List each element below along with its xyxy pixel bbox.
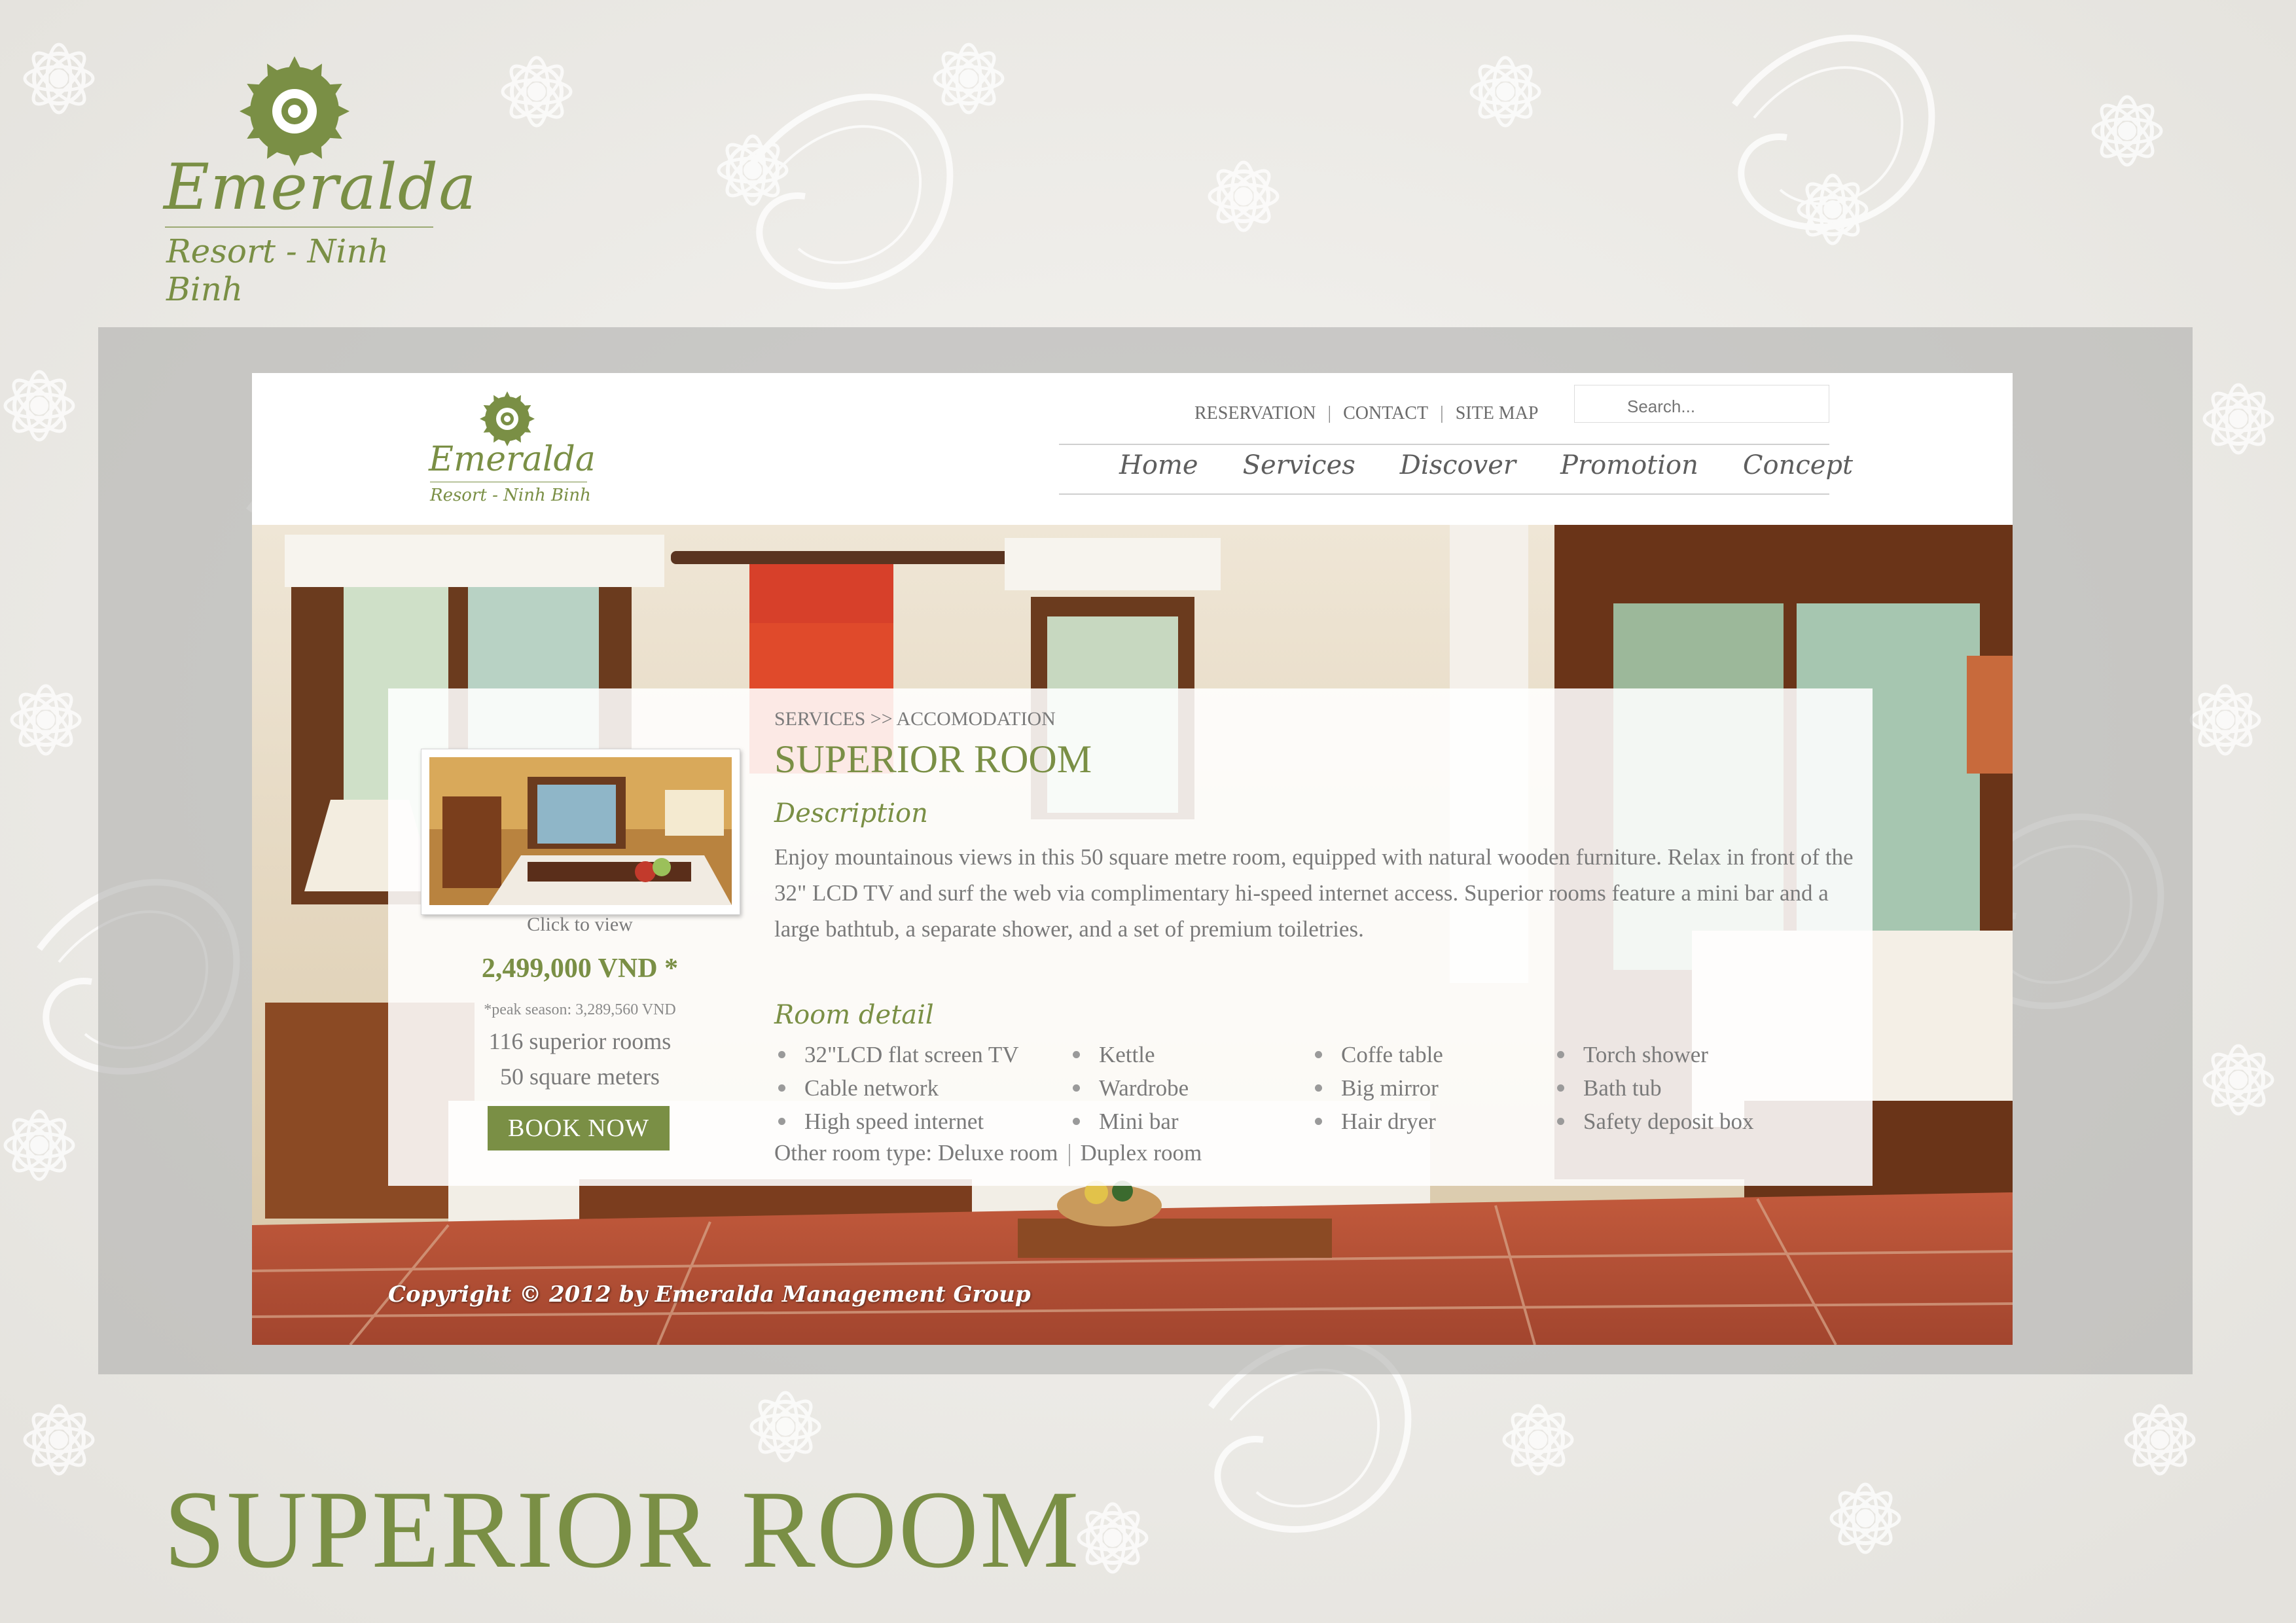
room-thumbnail[interactable] bbox=[421, 749, 740, 915]
contact-link[interactable]: CONTACT bbox=[1343, 403, 1428, 424]
detail-column: Kettle Wardrobe Mini bar bbox=[1069, 1042, 1189, 1142]
amenity-label: Kettle bbox=[1099, 1042, 1155, 1067]
room-count: 116 superior rooms bbox=[488, 1028, 672, 1054]
room-content-panel: Click to view 2,499,000 VND * *peak seas… bbox=[388, 688, 1873, 1186]
click-to-view-label[interactable]: Click to view bbox=[421, 914, 739, 936]
website-mockup: Emeralda Resort - Ninh Binh RESERVATION … bbox=[252, 373, 2013, 1345]
nav-item-concept[interactable]: Concept bbox=[1743, 450, 1853, 490]
room-detail-heading: Room detail bbox=[774, 1000, 934, 1030]
nav-item-discover[interactable]: Discover bbox=[1400, 450, 1516, 490]
list-item: Coffe table bbox=[1311, 1042, 1443, 1075]
list-item: Safety deposit box bbox=[1553, 1109, 1754, 1142]
amenity-label: Coffe table bbox=[1341, 1042, 1443, 1067]
room-size: 50 square meters bbox=[500, 1063, 660, 1090]
amenity-label: Bath tub bbox=[1583, 1075, 1662, 1101]
amenity-label: Hair dryer bbox=[1341, 1109, 1436, 1134]
nav-divider-bottom bbox=[1059, 493, 1829, 495]
bullet-icon bbox=[1315, 1051, 1322, 1058]
brand-subtitle: Resort - Ninh Binh bbox=[166, 232, 389, 308]
duplex-room-link[interactable]: Duplex room bbox=[1081, 1140, 1202, 1166]
bullet-icon bbox=[1557, 1118, 1564, 1125]
search-box[interactable] bbox=[1574, 385, 1829, 423]
site-brand-name: Emeralda bbox=[429, 440, 596, 479]
detail-column: Torch shower Bath tub Safety deposit box bbox=[1553, 1042, 1754, 1142]
amenity-label: Big mirror bbox=[1341, 1075, 1439, 1101]
bullet-icon bbox=[1073, 1118, 1080, 1125]
list-item: Wardrobe bbox=[1069, 1075, 1189, 1109]
list-item: High speed internet bbox=[774, 1109, 1019, 1142]
book-now-button[interactable]: BOOK NOW bbox=[488, 1106, 670, 1150]
link-separator: | bbox=[1327, 403, 1332, 423]
room-detail-list: 32"LCD flat screen TV Cable network High… bbox=[774, 1042, 1861, 1147]
bullet-icon bbox=[1557, 1084, 1564, 1092]
bullet-icon bbox=[1557, 1051, 1564, 1058]
bullet-icon bbox=[1073, 1084, 1080, 1092]
other-room-types: Other room type: Deluxe room Duplex room bbox=[774, 1140, 1202, 1166]
list-item: Mini bar bbox=[1069, 1109, 1189, 1142]
detail-column: Coffe table Big mirror Hair dryer bbox=[1311, 1042, 1443, 1142]
top-utility-links: RESERVATION | CONTACT | SITE MAP bbox=[1194, 401, 1539, 427]
list-item: Hair dryer bbox=[1311, 1109, 1443, 1142]
list-item: Torch shower bbox=[1553, 1042, 1754, 1075]
nav-divider-top bbox=[1059, 444, 1829, 445]
copyright-text: Copyright © 2012 by Emeralda Management … bbox=[388, 1281, 1031, 1308]
bullet-icon bbox=[1073, 1051, 1080, 1058]
amenity-label: Wardrobe bbox=[1099, 1075, 1189, 1101]
brand-name: Emeralda bbox=[164, 151, 477, 224]
peak-season-note: *peak season: 3,289,560 VND bbox=[484, 1001, 676, 1018]
list-item: Big mirror bbox=[1311, 1075, 1443, 1109]
list-item: 32"LCD flat screen TV bbox=[774, 1042, 1019, 1075]
bullet-icon bbox=[778, 1118, 785, 1125]
amenity-label: 32"LCD flat screen TV bbox=[804, 1042, 1019, 1067]
amenity-label: Safety deposit box bbox=[1583, 1109, 1754, 1134]
deluxe-room-link[interactable]: Deluxe room bbox=[938, 1140, 1058, 1166]
amenity-label: Cable network bbox=[804, 1075, 939, 1101]
nav-item-promotion[interactable]: Promotion bbox=[1560, 450, 1698, 490]
search-input[interactable] bbox=[1626, 396, 1818, 418]
room-title: SUPERIOR ROOM bbox=[774, 738, 1092, 781]
site-brand-subtitle: Resort - Ninh Binh bbox=[430, 486, 591, 505]
bullet-icon bbox=[778, 1051, 785, 1058]
link-separator: | bbox=[1440, 403, 1444, 423]
nav-item-services[interactable]: Services bbox=[1243, 450, 1355, 490]
description-text: Enjoy mountainous views in this 50 squar… bbox=[774, 844, 1854, 942]
room-price: 2,499,000 VND * bbox=[481, 954, 679, 984]
list-item: Cable network bbox=[774, 1075, 1019, 1109]
site-logo[interactable]: Emeralda Resort - Ninh Binh bbox=[429, 386, 599, 517]
amenity-label: High speed internet bbox=[804, 1109, 984, 1134]
list-item: Bath tub bbox=[1553, 1075, 1754, 1109]
brand-divider bbox=[165, 226, 433, 228]
site-map-link[interactable]: SITE MAP bbox=[1456, 403, 1539, 424]
slide-title: SUPERIOR ROOM bbox=[164, 1468, 1081, 1591]
bullet-icon bbox=[1315, 1084, 1322, 1092]
bullet-icon bbox=[1315, 1118, 1322, 1125]
other-room-label: Other room type: bbox=[774, 1140, 933, 1166]
reservation-link[interactable]: RESERVATION bbox=[1194, 403, 1316, 424]
description-heading: Description bbox=[774, 798, 928, 829]
room-thumbnail-image bbox=[429, 757, 732, 905]
presentation-logo: Emeralda Resort - Ninh Binh bbox=[157, 52, 476, 308]
bullet-icon bbox=[778, 1084, 785, 1092]
amenity-label: Mini bar bbox=[1099, 1109, 1179, 1134]
main-navigation: Home Services Discover Promotion Concept bbox=[1119, 450, 1853, 490]
detail-column: 32"LCD flat screen TV Cable network High… bbox=[774, 1042, 1019, 1142]
amenity-label: Torch shower bbox=[1583, 1042, 1708, 1067]
breadcrumb[interactable]: SERVICES >> ACCOMODATION bbox=[774, 708, 1056, 730]
nav-item-home[interactable]: Home bbox=[1119, 450, 1198, 490]
site-header: Emeralda Resort - Ninh Binh RESERVATION … bbox=[252, 373, 2013, 525]
link-separator bbox=[1068, 1143, 1070, 1166]
list-item: Kettle bbox=[1069, 1042, 1189, 1075]
